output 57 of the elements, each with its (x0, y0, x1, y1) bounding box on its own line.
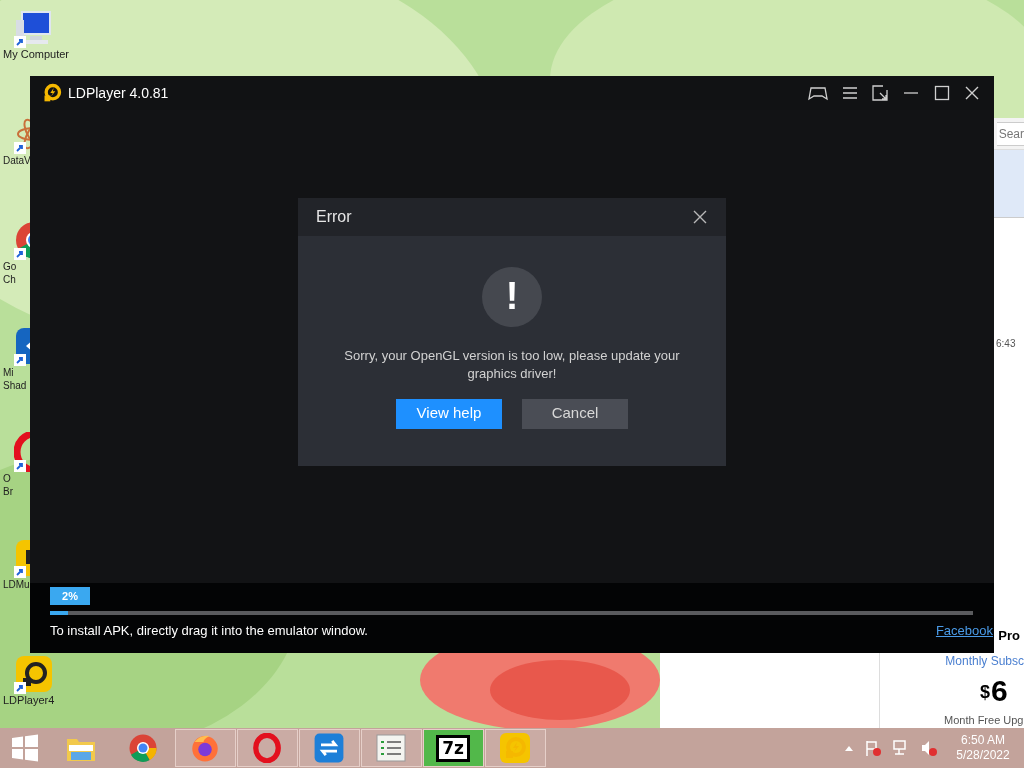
archive-app-icon: 7z (436, 734, 470, 762)
install-hint: To install APK, directly drag it into the emulator window. (50, 622, 368, 640)
price: 6 (991, 675, 1008, 706)
maximize-icon[interactable] (934, 85, 950, 101)
app-logo-icon (42, 83, 62, 103)
search-field[interactable]: Sear (996, 121, 1024, 146)
shortcut-icon (14, 566, 26, 578)
opera-icon (252, 733, 282, 763)
view-help-button[interactable]: View help (396, 398, 502, 429)
icon-label: Go (2, 260, 17, 273)
timestamp: 6:43 (996, 337, 1017, 351)
checklist-icon (376, 734, 406, 762)
opera-icon (14, 432, 30, 472)
icon-label: Ch (2, 273, 16, 286)
progress-badge: 2% (50, 587, 90, 605)
close-icon[interactable] (964, 85, 980, 101)
error-message: Sorry, your OpenGL version is too low, please update your graphics driver! (343, 346, 681, 383)
shortcut-icon (14, 36, 26, 48)
firefox-icon (190, 733, 220, 763)
taskbar-button[interactable]: 7z (422, 729, 484, 767)
close-icon[interactable] (692, 208, 708, 225)
shortcut-icon (14, 354, 26, 366)
icon-label: LDPlayer4 (2, 694, 55, 707)
warning-icon: ! (482, 266, 542, 327)
chrome-icon (128, 733, 158, 763)
taskbar-button[interactable] (236, 729, 298, 767)
shortcut-icon (14, 460, 26, 472)
facebook-link[interactable]: Facebook (935, 621, 993, 641)
emulator-icon (503, 736, 527, 760)
shortcut-icon (14, 142, 26, 154)
icon-label: DataV (2, 154, 31, 167)
window-title: LDPlayer 4.0.81 (68, 83, 169, 103)
taskbar-button[interactable] (360, 729, 422, 767)
resize-icon[interactable] (872, 85, 888, 101)
cancel-button[interactable]: Cancel (522, 398, 628, 429)
shortcut-icon (14, 248, 26, 260)
icon-label: LDMu (2, 578, 30, 591)
start-icon[interactable] (11, 734, 39, 762)
plan-link[interactable]: Monthly Subsc (945, 651, 1024, 670)
icon-label: My Computer (2, 48, 70, 61)
taskbar-button[interactable] (174, 729, 236, 767)
flag-icon[interactable] (864, 739, 882, 757)
gamepad-icon[interactable] (808, 85, 828, 101)
promo-text: Month Free Upg (943, 712, 1024, 728)
menu-icon[interactable] (842, 86, 858, 100)
icon-label: Mi (2, 366, 14, 379)
plan-title: Pro (998, 627, 1021, 645)
speaker-icon[interactable] (920, 739, 938, 757)
shortcut-icon (14, 682, 26, 694)
taskbar-button[interactable] (298, 729, 360, 767)
caret-up-icon[interactable] (844, 744, 854, 752)
dialog-title: Error (316, 206, 352, 227)
sync-arrows-icon (313, 732, 345, 764)
icon-label: Shad (2, 379, 27, 392)
icon-label: O (2, 472, 11, 485)
icon-label: Br (2, 485, 13, 498)
currency-sign: $ (980, 680, 990, 704)
